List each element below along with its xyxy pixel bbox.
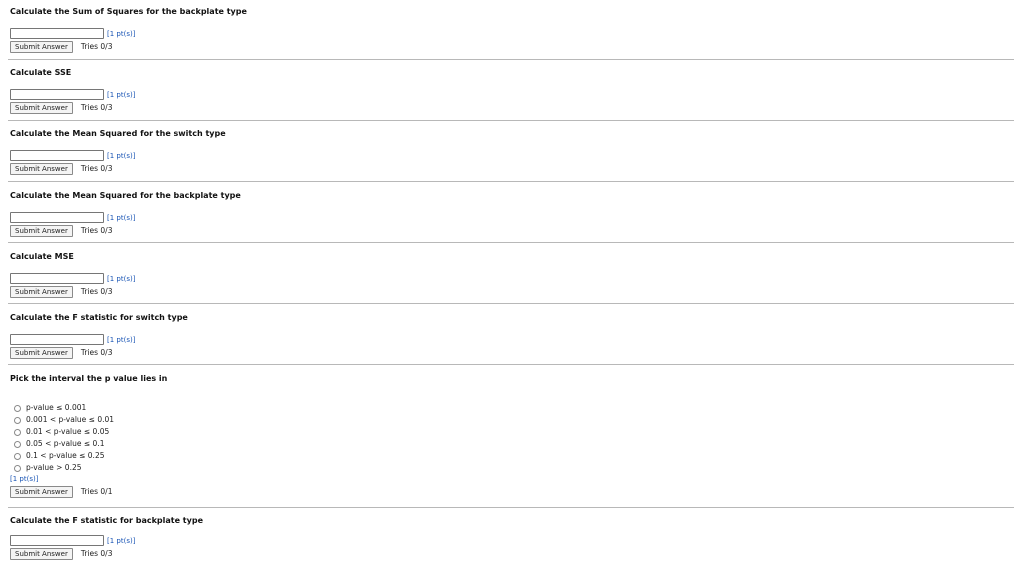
radio-button[interactable] [14,452,21,460]
question-title: Calculate the Mean Squared for the switc… [10,129,226,138]
submit-answer-button[interactable]: Submit Answer [10,486,73,498]
question-sum-of-squares-backplate: Calculate the Sum of Squares for the bac… [10,7,1014,53]
answer-input[interactable] [10,535,104,546]
radio-option-label: 0.001 < p-value ≤ 0.01 [26,415,115,424]
submit-answer-button[interactable]: Submit Answer [10,225,73,237]
radio-option-label: 0.05 < p-value ≤ 0.1 [26,439,105,448]
radio-option[interactable]: 0.1 < p-value ≤ 0.25 [10,450,1014,462]
answer-input[interactable] [10,28,104,39]
submit-answer-button[interactable]: Submit Answer [10,163,73,175]
points-label: [1 pt(s)] [107,151,136,160]
divider [8,181,1014,182]
question-title: Pick the interval the p value lies in [10,374,168,383]
divider [8,242,1014,243]
question-title: Calculate SSE [10,68,72,77]
submit-answer-button[interactable]: Submit Answer [10,286,73,298]
question-f-statistic-switch: Calculate the F statistic for switch typ… [10,313,1014,359]
radio-button[interactable] [14,404,21,412]
radio-option[interactable]: 0.01 < p-value ≤ 0.05 [10,426,1014,438]
divider [8,507,1014,508]
question-sse: Calculate SSE [1 pt(s)] Submit Answer Tr… [10,68,1014,114]
tries-counter: Tries 0/1 [80,487,113,496]
answer-input[interactable] [10,334,104,345]
radio-option[interactable]: 0.05 < p-value ≤ 0.1 [10,438,1014,450]
answer-input[interactable] [10,273,104,284]
question-title: Calculate the F statistic for switch typ… [10,313,188,322]
question-mean-squared-switch: Calculate the Mean Squared for the switc… [10,129,1014,175]
radio-option-label: 0.01 < p-value ≤ 0.05 [26,427,110,436]
question-title: Calculate the Mean Squared for the backp… [10,191,241,200]
points-label: [1 pt(s)] [107,213,136,222]
question-title: Calculate the Sum of Squares for the bac… [10,7,247,16]
radio-option[interactable]: p-value > 0.25 [10,462,1014,474]
submit-answer-button[interactable]: Submit Answer [10,102,73,114]
points-label: [1 pt(s)] [107,29,136,38]
radio-button[interactable] [14,416,21,424]
points-label: [1 pt(s)] [107,335,136,344]
tries-counter: Tries 0/3 [80,103,113,112]
question-mse: Calculate MSE [1 pt(s)] Submit Answer Tr… [10,252,1014,298]
radio-button[interactable] [14,440,21,448]
submit-answer-button[interactable]: Submit Answer [10,41,73,53]
points-label: [1 pt(s)] [10,475,39,483]
answer-input[interactable] [10,89,104,100]
radio-option[interactable]: p-value ≤ 0.001 [10,402,1014,414]
answer-input[interactable] [10,150,104,161]
divider [8,303,1014,304]
tries-counter: Tries 0/3 [80,348,113,357]
radio-button[interactable] [14,428,21,436]
divider [8,120,1014,121]
radio-button[interactable] [14,464,21,472]
question-f-statistic-backplate: Calculate the F statistic for backplate … [10,516,1014,560]
points-label: [1 pt(s)] [107,274,136,283]
question-title: Calculate MSE [10,252,74,261]
radio-option-label: 0.1 < p-value ≤ 0.25 [26,451,105,460]
radio-group: p-value ≤ 0.001 0.001 < p-value ≤ 0.01 0… [10,402,1014,474]
tries-counter: Tries 0/3 [80,226,113,235]
question-title: Calculate the F statistic for backplate … [10,516,203,525]
radio-option[interactable]: 0.001 < p-value ≤ 0.01 [10,414,1014,426]
submit-answer-button[interactable]: Submit Answer [10,548,73,560]
tries-counter: Tries 0/3 [80,287,113,296]
divider [8,59,1014,60]
radio-option-label: p-value > 0.25 [26,463,82,472]
tries-counter: Tries 0/3 [80,42,113,51]
question-mean-squared-backplate: Calculate the Mean Squared for the backp… [10,191,1014,237]
points-label: [1 pt(s)] [107,90,136,99]
radio-option-label: p-value ≤ 0.001 [26,403,87,412]
divider [8,364,1014,365]
question-p-value-interval: Pick the interval the p value lies in p-… [10,374,1014,498]
tries-counter: Tries 0/3 [80,164,113,173]
tries-counter: Tries 0/3 [80,549,113,558]
points-label: [1 pt(s)] [107,536,136,545]
submit-answer-button[interactable]: Submit Answer [10,347,73,359]
answer-input[interactable] [10,212,104,223]
